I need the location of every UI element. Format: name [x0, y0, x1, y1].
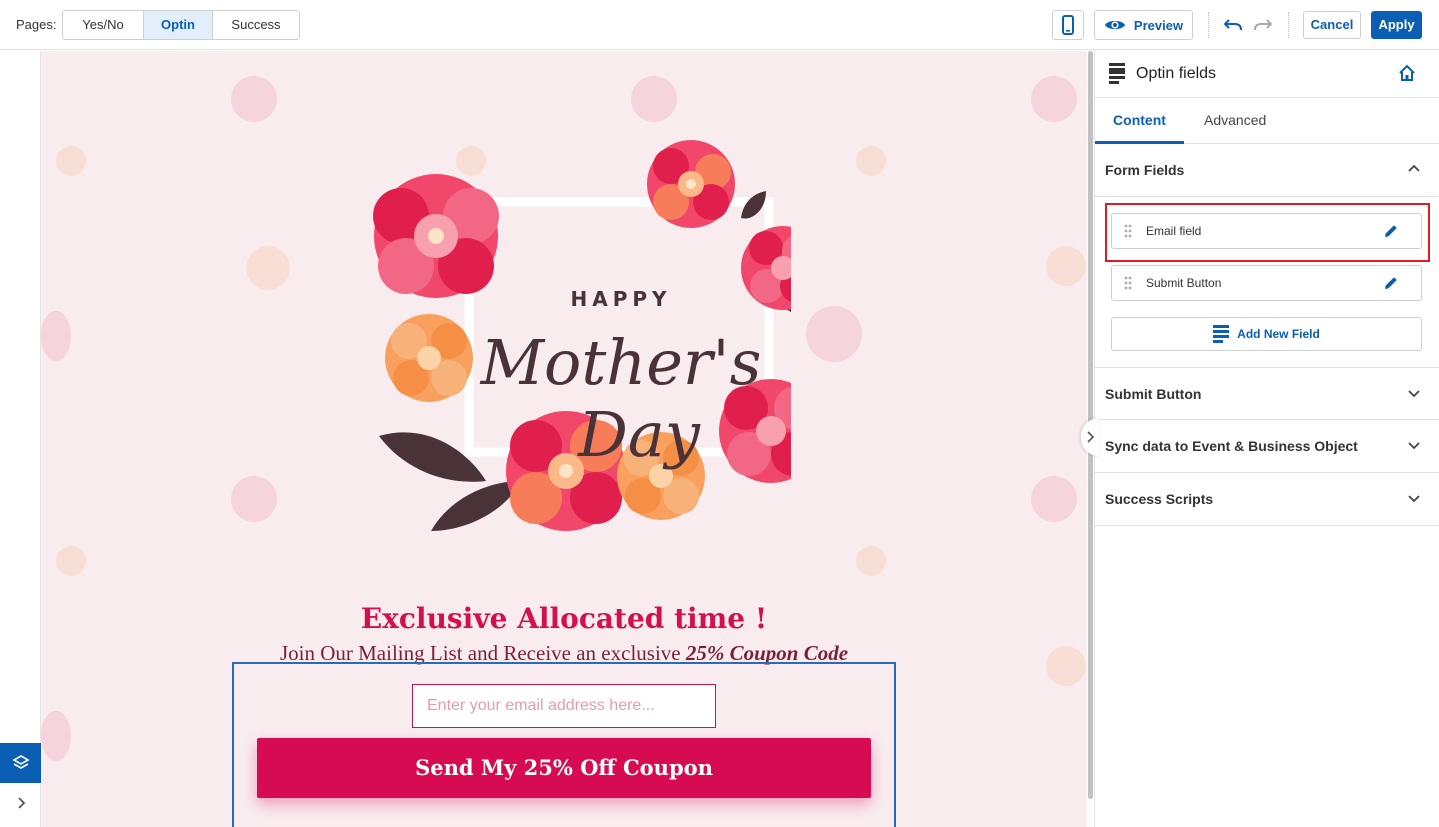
- form-fields-icon: [1109, 63, 1125, 84]
- section-title: Submit Button: [1105, 386, 1202, 402]
- drag-handle-icon[interactable]: [1124, 275, 1132, 291]
- background-flower: [856, 146, 886, 176]
- hero-happy-text: HAPPY: [570, 287, 671, 311]
- layers-button[interactable]: [0, 743, 41, 783]
- optin-headline: Exclusive Allocated time !: [360, 602, 768, 635]
- toolbar-divider: [1208, 12, 1209, 38]
- flower: [373, 174, 499, 298]
- email-input[interactable]: [412, 684, 716, 728]
- send-coupon-button[interactable]: Send My 25% Off Coupon: [257, 738, 871, 798]
- chevron-right-icon: [1087, 431, 1094, 443]
- background-flower: [1031, 76, 1077, 122]
- background-flower: [806, 306, 862, 362]
- properties-panel: Optin fields Content Advanced Form Field…: [1094, 51, 1439, 827]
- eye-icon: [1104, 20, 1125, 30]
- hero-day-text: Day: [577, 398, 701, 471]
- background-flower: [1046, 246, 1086, 286]
- form-fields-title: Form Fields: [1105, 162, 1185, 178]
- success-scripts-section-header[interactable]: Success Scripts: [1095, 473, 1439, 526]
- add-new-field-button[interactable]: Add New Field: [1111, 317, 1422, 351]
- add-field-icon: [1213, 325, 1230, 343]
- redo-button[interactable]: [1251, 13, 1275, 37]
- tab-advanced[interactable]: Advanced: [1204, 98, 1266, 144]
- selected-field-highlight: [1105, 203, 1430, 262]
- background-flower: [56, 546, 86, 576]
- pencil-icon[interactable]: [1383, 275, 1399, 291]
- preview-button[interactable]: Preview: [1094, 10, 1193, 40]
- panel-tabs: Content Advanced: [1095, 98, 1439, 144]
- pages-switcher: Yes/No Optin Success: [62, 10, 300, 40]
- panel-title: Optin fields: [1136, 65, 1217, 82]
- expand-sidebar-button[interactable]: [0, 783, 41, 823]
- undo-button[interactable]: [1221, 13, 1245, 37]
- pages-label: Pages:: [16, 17, 57, 32]
- layers-icon: [11, 755, 30, 769]
- section-title: Sync data to Event & Business Object: [1105, 438, 1358, 454]
- sync-data-section-header[interactable]: Sync data to Event & Business Object: [1095, 420, 1439, 473]
- chevron-down-icon: [1408, 495, 1420, 503]
- mobile-view-button[interactable]: [1052, 10, 1084, 40]
- chevron-down-icon: [1408, 442, 1420, 450]
- background-flower: [1031, 476, 1077, 522]
- preview-label: Preview: [1133, 17, 1184, 33]
- flower: [647, 140, 735, 228]
- cancel-button[interactable]: Cancel: [1303, 11, 1361, 39]
- mobile-icon: [1062, 15, 1074, 35]
- field-label: Submit Button: [1146, 276, 1222, 290]
- submit-button-field-row[interactable]: Submit Button: [1111, 265, 1422, 301]
- undo-icon: [1223, 19, 1242, 31]
- redo-icon: [1254, 19, 1273, 31]
- chevron-right-icon: [17, 797, 25, 809]
- flower: [385, 314, 473, 402]
- page-tab-yes-no[interactable]: Yes/No: [63, 11, 144, 39]
- background-flower: [41, 311, 71, 361]
- mothers-day-hero-image: HAPPY Mother's Day: [373, 140, 791, 531]
- submit-button-section-header[interactable]: Submit Button: [1095, 367, 1439, 420]
- toolbar-divider: [1288, 12, 1289, 38]
- section-title: Success Scripts: [1105, 491, 1214, 507]
- hero-mothers-text: Mother's: [480, 326, 762, 399]
- chevron-down-icon: [1408, 390, 1420, 398]
- panel-header: Optin fields: [1095, 51, 1439, 98]
- background-flower: [231, 476, 277, 522]
- background-flower: [56, 146, 86, 176]
- top-toolbar: Pages: Yes/No Optin Success Preview Canc…: [0, 0, 1439, 50]
- background-flower: [856, 546, 886, 576]
- flower: [741, 226, 791, 310]
- apply-button[interactable]: Apply: [1371, 11, 1422, 39]
- background-flower: [246, 246, 290, 290]
- chevron-up-icon: [1408, 164, 1420, 172]
- background-flower: [41, 711, 71, 761]
- page-tab-success[interactable]: Success: [213, 11, 299, 39]
- tab-content[interactable]: Content: [1095, 98, 1184, 144]
- background-flower: [231, 76, 277, 122]
- editor-canvas[interactable]: HAPPY Mother's Day Exclusive Allocated t…: [41, 51, 1087, 827]
- add-new-field-label: Add New Field: [1237, 327, 1320, 341]
- form-fields-section-header[interactable]: Form Fields: [1095, 144, 1439, 197]
- left-sidebar: [0, 51, 41, 827]
- page-tab-optin[interactable]: Optin: [144, 11, 213, 39]
- home-icon[interactable]: [1398, 64, 1416, 82]
- background-flower: [631, 76, 677, 122]
